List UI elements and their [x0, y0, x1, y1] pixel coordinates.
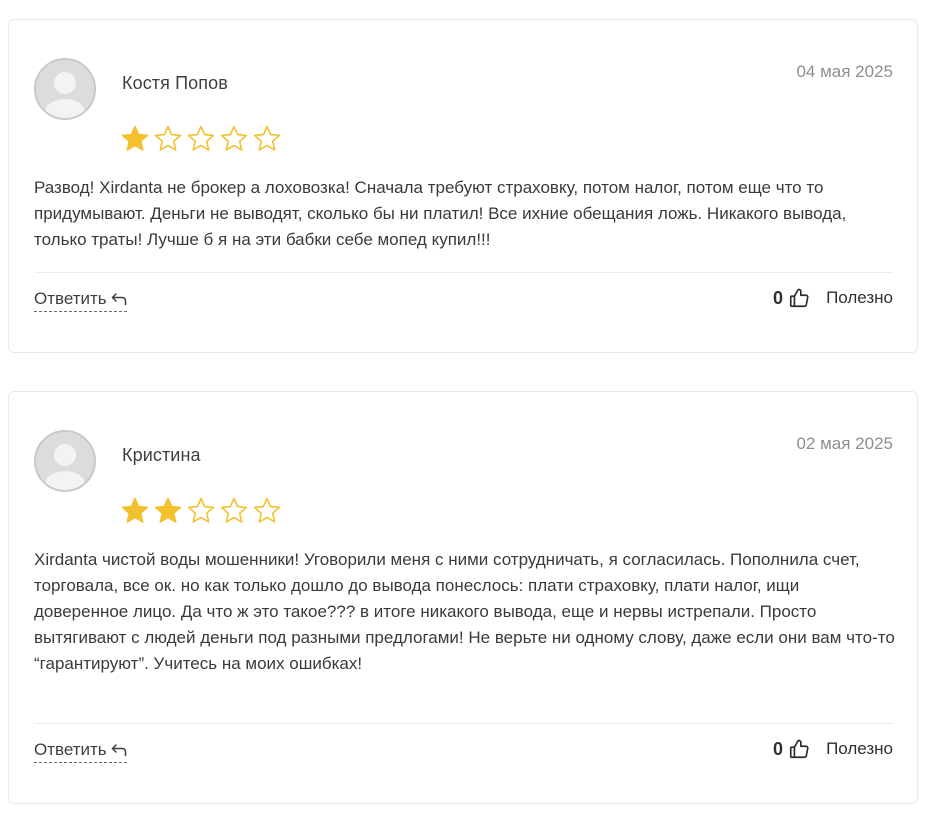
star-empty-icon: [187, 497, 215, 523]
helpful-label[interactable]: Полезно: [826, 288, 893, 308]
author-name: Кристина: [122, 445, 201, 465]
review-card: Кристина 02 мая 2025 Xirdanta чистой вод…: [8, 391, 918, 804]
star-empty-icon: [253, 125, 281, 151]
star-rating: [120, 124, 282, 154]
reply-button[interactable]: Ответить: [34, 740, 127, 763]
star-filled-icon: [154, 497, 182, 523]
reply-label: Ответить: [34, 740, 107, 759]
divider: [34, 272, 893, 273]
star-filled-icon: [121, 125, 149, 151]
like-count: 0: [773, 287, 784, 308]
review-date: 02 мая 2025: [796, 434, 893, 453]
star-empty-icon: [154, 125, 182, 151]
avatar: [34, 58, 96, 120]
star-empty-icon: [220, 497, 248, 523]
thumbs-up-icon[interactable]: [788, 287, 810, 309]
star-filled-icon: [121, 497, 149, 523]
star-rating: [120, 496, 282, 526]
like-count: 0: [773, 738, 784, 759]
review-text: Развод! Xirdanta не брокер а лоховозка! …: [34, 178, 847, 249]
user-avatar-icon: [36, 60, 94, 118]
star-empty-icon: [187, 125, 215, 151]
reply-arrow-icon: [111, 293, 126, 306]
author-name: Костя Попов: [122, 73, 228, 93]
review-text: Xirdanta чистой воды мошенники! Уговорил…: [34, 550, 895, 673]
user-avatar-icon: [36, 432, 94, 490]
avatar: [34, 430, 96, 492]
helpful-widget: 0 Полезно: [773, 738, 893, 760]
reply-button[interactable]: Ответить: [34, 289, 127, 312]
star-empty-icon: [220, 125, 248, 151]
thumbs-up-icon[interactable]: [788, 738, 810, 760]
helpful-widget: 0 Полезно: [773, 287, 893, 309]
helpful-label[interactable]: Полезно: [826, 739, 893, 759]
review-date: 04 мая 2025: [796, 62, 893, 81]
review-card: Костя Попов 04 мая 2025 Развод! Xirdanta…: [8, 19, 918, 353]
star-empty-icon: [253, 497, 281, 523]
reply-label: Ответить: [34, 289, 107, 308]
divider: [34, 723, 893, 724]
reply-arrow-icon: [111, 744, 126, 757]
